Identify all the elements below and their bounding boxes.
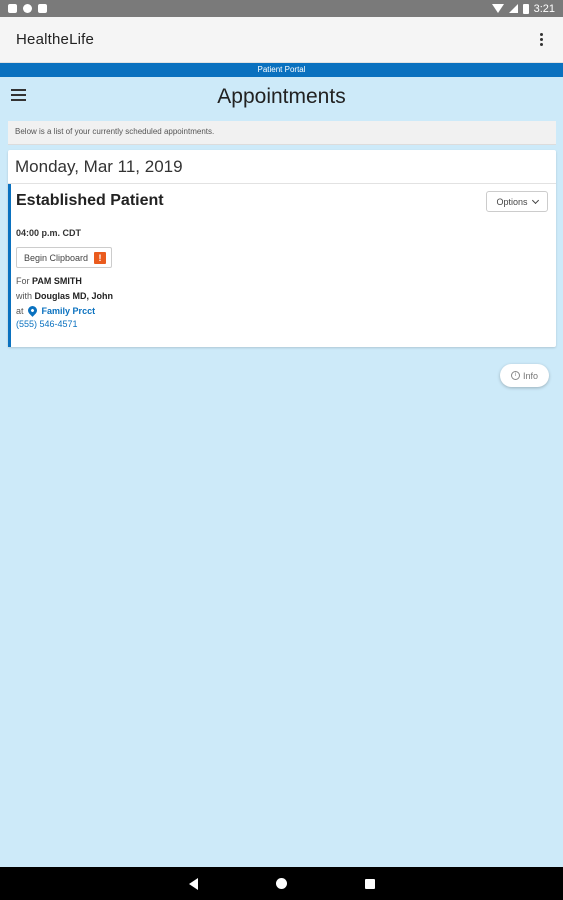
- info-button[interactable]: i Info: [500, 364, 549, 387]
- sync-icon: [23, 4, 32, 13]
- system-icons: 3:21: [491, 2, 555, 15]
- with-prefix: with: [16, 291, 33, 301]
- phone-link[interactable]: (555) 546-4571: [16, 319, 551, 329]
- portal-strip: Patient Portal: [0, 63, 563, 77]
- appointment-type: Established Patient: [16, 192, 164, 209]
- appointments-notice: Below is a list of your currently schedu…: [8, 121, 556, 145]
- battery-icon: [522, 3, 529, 14]
- overflow-menu-icon[interactable]: [536, 29, 547, 50]
- home-icon[interactable]: [275, 878, 287, 889]
- signal-icon: [508, 4, 518, 13]
- appointment-time: 04:00 p.m. CDT: [16, 228, 82, 238]
- app-title: HealtheLife: [16, 31, 95, 48]
- status-bar: 3:21: [0, 0, 563, 17]
- recent-apps-icon[interactable]: [364, 878, 375, 889]
- page-header: Appointments: [0, 77, 563, 117]
- location-pin-icon: [26, 304, 39, 317]
- sd-card-icon: [38, 4, 47, 13]
- provider-name: Douglas MD, John: [34, 291, 114, 301]
- begin-clipboard-button[interactable]: Begin Clipboard !: [16, 247, 113, 268]
- chevron-down-icon: [531, 196, 539, 204]
- provider-line: with Douglas MD, John: [16, 290, 551, 303]
- alert-icon: !: [94, 251, 107, 264]
- menu-icon[interactable]: [11, 89, 26, 101]
- begin-clipboard-label: Begin Clipboard: [24, 252, 89, 263]
- info-icon: i: [510, 371, 520, 380]
- info-label: Info: [522, 370, 538, 381]
- page-title: Appointments: [217, 85, 346, 108]
- app-bar: HealtheLife: [0, 17, 563, 63]
- options-dropdown[interactable]: Options: [486, 191, 548, 212]
- system-nav-bar: [0, 867, 563, 900]
- status-time: 3:21: [533, 2, 555, 15]
- notification-icons: [8, 4, 47, 13]
- patient-line: For PAM SMITH: [16, 275, 551, 288]
- back-icon[interactable]: [188, 877, 198, 890]
- at-prefix: at: [16, 306, 24, 316]
- notification-icon: [8, 4, 17, 13]
- location-line: at Family Prcct: [16, 304, 551, 318]
- patient-name: PAM SMITH: [32, 276, 82, 286]
- appointment-date: Monday, Mar 11, 2019: [8, 150, 556, 184]
- options-label: Options: [496, 196, 528, 207]
- wifi-icon: [491, 4, 504, 13]
- appointment-details: Established Patient Options 04:00 p.m. C…: [8, 184, 556, 347]
- for-prefix: For: [16, 276, 30, 286]
- location-link[interactable]: Family Prcct: [42, 306, 96, 316]
- appointment-card: Monday, Mar 11, 2019 Established Patient…: [8, 150, 556, 347]
